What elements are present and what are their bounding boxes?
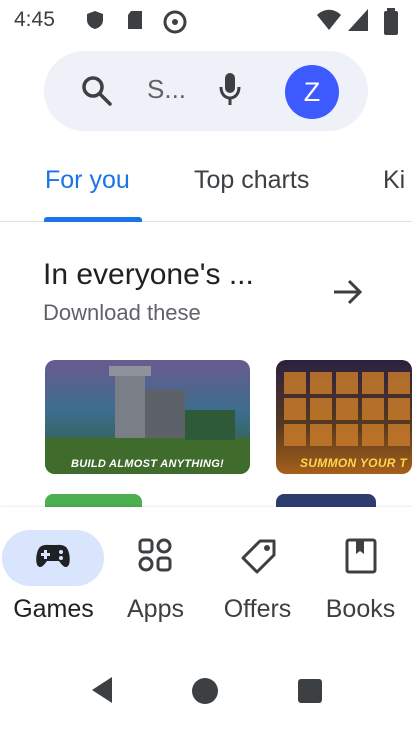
- tag-icon: [241, 539, 276, 574]
- nav-games[interactable]: Games: [2, 507, 105, 637]
- nav-label: Apps: [127, 595, 184, 623]
- search-icon: [82, 76, 112, 106]
- gamepad-icon: [36, 544, 70, 568]
- nav-label: Offers: [223, 595, 292, 623]
- shield-icon: [87, 11, 103, 29]
- wifi-icon: [317, 9, 341, 30]
- tab-for-you[interactable]: For you: [45, 166, 130, 195]
- bottom-navigation: Games Apps Offers Books: [0, 507, 412, 647]
- status-bar: 4:45: [0, 0, 412, 42]
- tab-indicator: [44, 217, 142, 222]
- status-time: 4:45: [14, 8, 55, 31]
- search-bar[interactable]: S... Z: [44, 51, 368, 131]
- category-tabs: For you Top charts Ki: [0, 160, 412, 222]
- battery-icon: [384, 8, 398, 35]
- section-title[interactable]: In everyone's ...: [43, 258, 254, 292]
- back-icon[interactable]: [88, 674, 116, 706]
- recents-icon[interactable]: [296, 677, 324, 705]
- app-icon-peek[interactable]: [276, 494, 376, 508]
- app-card-minecraft[interactable]: BUILD ALMOST ANYTHING!: [45, 360, 250, 474]
- account-avatar[interactable]: Z: [285, 65, 339, 119]
- nav-label: Books: [325, 595, 396, 623]
- castle-artwork: [45, 366, 250, 474]
- arrow-right-icon[interactable]: [328, 272, 368, 312]
- nav-label: Games: [13, 595, 94, 623]
- nav-offers[interactable]: Offers: [206, 507, 309, 637]
- system-navigation-bar: [0, 647, 412, 732]
- signal-icon: [348, 9, 368, 31]
- home-icon[interactable]: [190, 676, 220, 706]
- app-icon-peek[interactable]: [45, 494, 142, 508]
- mic-icon[interactable]: [218, 71, 242, 109]
- nav-apps[interactable]: Apps: [104, 507, 207, 637]
- search-input[interactable]: S...: [147, 74, 193, 105]
- nav-books[interactable]: Books: [309, 507, 412, 637]
- app-card-summon[interactable]: SUMMON YOUR T: [276, 360, 412, 474]
- sd-card-icon: [128, 11, 142, 29]
- card-caption: SUMMON YOUR T: [300, 456, 408, 470]
- apps-grid-icon: [138, 538, 172, 572]
- book-icon: [345, 538, 377, 574]
- sync-icon: [163, 10, 187, 34]
- tab-kids[interactable]: Ki: [383, 166, 405, 195]
- card-caption: BUILD ALMOST ANYTHING!: [70, 458, 225, 470]
- section-subtitle: Download these: [43, 300, 201, 325]
- tab-top-charts[interactable]: Top charts: [194, 166, 309, 195]
